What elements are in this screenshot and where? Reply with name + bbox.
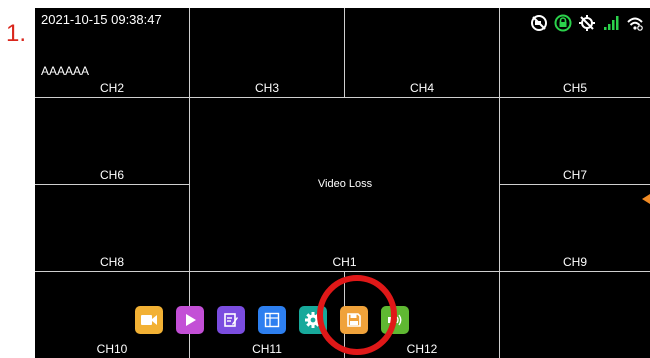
channel-label: CH8	[99, 255, 124, 269]
signal-icon	[602, 14, 620, 32]
expand-arrow-icon[interactable]	[642, 194, 650, 204]
channel-label: CH7	[562, 168, 587, 182]
channel-tile-ch7[interactable]: CH7	[500, 98, 650, 185]
channel-tile-empty	[500, 272, 650, 358]
channel-label: CH9	[562, 255, 587, 269]
play-icon	[186, 314, 196, 326]
wifi-icon	[626, 14, 644, 32]
device-name: AAAAAA	[41, 64, 90, 78]
step-number: 1.	[6, 20, 27, 47]
channel-label: CH5	[562, 81, 587, 95]
channel-label: CH4	[409, 81, 434, 95]
timestamp: 2021-10-15 09:38:47	[41, 12, 162, 27]
channel-label: CH11	[252, 342, 282, 356]
no-camera-icon	[530, 14, 548, 32]
status-bar	[530, 14, 644, 32]
edit-icon	[224, 313, 238, 327]
layout-button[interactable]	[258, 306, 286, 334]
lock-icon	[554, 14, 572, 32]
channel-tile-ch2[interactable]: 2021-10-15 09:38:47 AAAAAA CH2	[35, 8, 190, 98]
channel-label: CH3	[254, 81, 279, 95]
log-button[interactable]	[217, 306, 245, 334]
video-loss-text: Video Loss	[317, 178, 373, 190]
channel-label: CH10	[96, 342, 128, 356]
grid-icon	[264, 312, 280, 328]
channel-label: CH1	[332, 255, 357, 269]
channel-label: CH6	[99, 168, 124, 182]
video-camera-icon	[141, 315, 157, 325]
gps-off-icon	[578, 14, 596, 32]
record-button[interactable]	[135, 306, 163, 334]
channel-tile-ch8[interactable]: CH8	[35, 185, 190, 272]
highlight-ring	[317, 275, 397, 355]
channel-tile-ch10[interactable]: CH10	[35, 272, 190, 358]
channel-label: CH2	[99, 81, 124, 95]
channel-tile-ch4[interactable]: CH4	[345, 8, 500, 98]
channel-tile-ch6[interactable]: CH6	[35, 98, 190, 185]
channel-tile-ch9[interactable]: CH9	[500, 185, 650, 272]
channel-tile-ch3[interactable]: CH3	[190, 8, 345, 98]
playback-button[interactable]	[176, 306, 204, 334]
